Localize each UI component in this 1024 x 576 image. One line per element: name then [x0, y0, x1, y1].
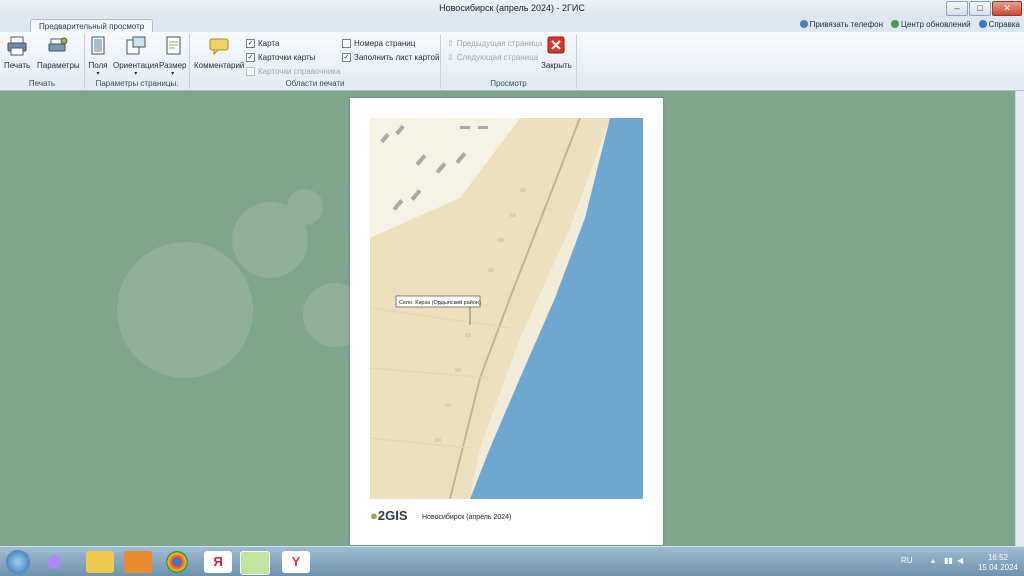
next-page-button[interactable]: ⇩ Следующая страница — [447, 53, 538, 62]
tab-preview[interactable]: Предварительный просмотр — [30, 19, 154, 33]
language-indicator[interactable]: RU — [901, 556, 913, 565]
clock-date: 15.04.2024 — [977, 563, 1018, 572]
page-size-icon — [166, 36, 181, 55]
clock-time: 16:52 — [987, 553, 1008, 562]
yandex-browser-icon[interactable]: Я — [204, 551, 232, 573]
orientation-dropdown-icon: ▾ — [134, 71, 138, 77]
window-controls: – □ ✕ — [946, 1, 1022, 16]
print-settings-icon — [48, 37, 68, 52]
arrow-down-icon: ⇩ — [447, 53, 454, 62]
arrow-up-icon: ⇧ — [447, 39, 454, 48]
chrome-icon[interactable] — [166, 551, 188, 573]
checkbox-map[interactable]: ✓ Карта — [246, 39, 279, 48]
group-view-label: Просмотр — [490, 79, 527, 88]
map-callout-text: Село: Кирза (Ордынский район) — [399, 299, 481, 306]
network-icon[interactable]: ▮▮ — [944, 556, 953, 565]
orientation-button[interactable]: Ориентация ▾ — [113, 36, 158, 77]
close-window-button[interactable]: ✕ — [992, 1, 1022, 16]
2gis-taskbar-icon[interactable] — [240, 551, 270, 575]
margins-icon — [91, 36, 105, 55]
printer-icon — [7, 36, 27, 56]
checkbox-fill-map-box[interactable]: ✓ — [342, 53, 351, 62]
comment-icon — [209, 38, 229, 56]
checkbox-directory-cards: Карточки справочника — [246, 67, 340, 76]
margins-dropdown-icon: ▾ — [96, 71, 100, 77]
taskbar: Я Y RU ▴ ▮▮ ◀ 16:52 15.04.2024 — [0, 546, 1024, 576]
close-icon — [547, 36, 565, 54]
checkbox-directory-cards-box — [246, 67, 255, 76]
checkbox-map-cards[interactable]: ✓ Карточки карты — [246, 53, 315, 62]
page-footer: Новосибирск (апрель 2024) — [422, 514, 512, 521]
group-page-params: Поля ▾ Ориентация ▾ Размер ▾ Параметры с… — [85, 34, 190, 89]
window-title: Новосибирск (апрель 2024) - 2ГИС — [439, 3, 585, 13]
maximize-button[interactable]: □ — [969, 1, 991, 16]
system-tray: RU ▴ ▮▮ ◀ 16:52 15.04.2024 — [899, 547, 1024, 576]
alice-icon[interactable] — [40, 551, 68, 573]
orientation-icon — [126, 36, 146, 55]
print-button[interactable]: Печать — [4, 36, 30, 70]
size-button[interactable]: Размер ▾ — [159, 36, 187, 77]
yandex-icon[interactable]: Y — [282, 551, 310, 573]
print-params-button[interactable]: Параметры — [37, 36, 80, 70]
checkbox-map-box[interactable]: ✓ — [246, 39, 255, 48]
group-page-params-label: Параметры страницы. — [95, 79, 179, 88]
top-links: Привязать телефон Центр обновлений Справ… — [799, 20, 1020, 29]
margins-button[interactable]: Поля ▾ — [87, 36, 109, 77]
link-phone[interactable]: Привязать телефон — [799, 20, 883, 29]
link-help[interactable]: Справка — [978, 20, 1020, 29]
group-print-area: Комментарий ✓ Карта ✓ Карточки карты Карто… — [190, 34, 441, 89]
checkbox-page-numbers-box[interactable] — [342, 39, 351, 48]
vertical-scrollbar[interactable] — [1015, 91, 1024, 546]
checkbox-map-cards-box[interactable]: ✓ — [246, 53, 255, 62]
minimize-button[interactable]: – — [946, 1, 968, 16]
checkbox-page-numbers[interactable]: Номера страниц — [342, 39, 415, 48]
size-dropdown-icon: ▾ — [171, 71, 175, 77]
tray-arrow-icon[interactable]: ▴ — [931, 556, 935, 565]
logo-text: 2GIS — [377, 508, 408, 523]
start-button[interactable] — [6, 550, 30, 574]
volume-icon[interactable]: ◀ — [957, 556, 963, 565]
prev-page-button[interactable]: ⇧ Предыдущая страница — [447, 39, 542, 48]
group-view: ⇧ Предыдущая страница ⇩ Следующая страница… — [441, 34, 577, 89]
print-page: Село: Кирза (Ордынский район) ●2GIS Ново… — [350, 98, 663, 545]
clock[interactable]: 16:52 15.04.2024 — [978, 553, 1018, 573]
help-icon — [978, 20, 987, 28]
checkbox-fill-map[interactable]: ✓ Заполнить лист картой — [342, 53, 439, 62]
media-player-icon[interactable] — [124, 551, 152, 573]
map-preview[interactable]: Село: Кирза (Ордынский район) — [370, 118, 643, 499]
ribbon: Печать Параметры Печать Поля ▾ Ориентаци… — [0, 32, 1024, 91]
close-preview-button[interactable]: Закрыть — [541, 36, 572, 70]
phone-icon — [799, 20, 808, 28]
comments-button[interactable]: Комментарий — [194, 36, 244, 70]
2gis-logo: ●2GIS — [370, 508, 408, 523]
ribbon-tabs: Предварительный просмотр Привязать телеф… — [0, 18, 1024, 33]
refresh-icon — [891, 20, 900, 28]
group-print-area-label: Области печати — [285, 79, 345, 88]
group-print: Печать Параметры Печать — [0, 34, 85, 89]
title-bar: Новосибирск (апрель 2024) - 2ГИС – □ ✕ — [0, 0, 1024, 19]
link-updates[interactable]: Центр обновлений — [891, 20, 971, 29]
group-print-label: Печать — [28, 79, 56, 88]
explorer-icon[interactable] — [86, 551, 114, 573]
